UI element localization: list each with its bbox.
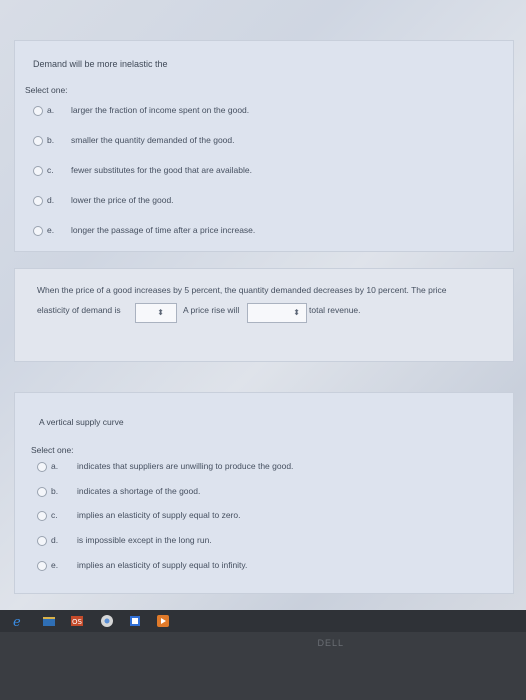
radio-button[interactable] (37, 561, 47, 571)
radio-button[interactable] (33, 226, 43, 236)
option-c[interactable]: c. implies an elasticity of supply equal… (37, 510, 477, 524)
option-letter: c. (51, 510, 58, 520)
office-icon[interactable]: OS (70, 614, 84, 628)
option-letter: d. (51, 535, 59, 545)
revenue-dropdown[interactable]: ⬍ (247, 303, 307, 323)
outlook-icon[interactable] (128, 614, 142, 628)
option-text: indicates a shortage of the good. (77, 486, 201, 496)
total-revenue-label: total revenue. (309, 305, 361, 315)
question-stem: A vertical supply curve (39, 417, 124, 427)
question-stem-line2: elasticity of demand is (37, 305, 121, 315)
option-letter: b. (51, 486, 59, 496)
radio-button[interactable] (33, 196, 43, 206)
option-text: fewer substitutes for the good that are … (71, 165, 252, 175)
select-one-label: Select one: (25, 85, 68, 95)
svg-text:e: e (13, 615, 21, 628)
media-icon[interactable] (156, 614, 170, 628)
option-text: lower the price of the good. (71, 195, 174, 205)
question-card-3: A vertical supply curve Select one: a. i… (14, 392, 514, 594)
option-e[interactable]: e. implies an elasticity of supply equal… (37, 560, 477, 574)
screen: Demand will be more inelastic the Select… (0, 0, 526, 610)
radio-button[interactable] (37, 536, 47, 546)
option-letter: e. (47, 225, 55, 235)
option-a[interactable]: a. indicates that suppliers are unwillin… (37, 461, 477, 475)
option-a[interactable]: a. larger the fraction of income spent o… (33, 105, 453, 119)
option-letter: a. (51, 461, 59, 471)
taskbar: e OS DELL (0, 610, 526, 700)
edge-icon[interactable]: e (12, 614, 26, 630)
radio-button[interactable] (33, 106, 43, 116)
option-letter: a. (47, 105, 55, 115)
option-text: implies an elasticity of supply equal to… (77, 560, 248, 570)
option-d[interactable]: d. is impossible except in the long run. (37, 535, 477, 549)
question-stem: When the price of a good increases by 5 … (37, 285, 447, 295)
question-stem: Demand will be more inelastic the (33, 59, 168, 69)
option-letter: c. (47, 165, 54, 175)
option-b[interactable]: b. indicates a shortage of the good. (37, 486, 477, 500)
option-c[interactable]: c. fewer substitutes for the good that a… (33, 165, 453, 179)
radio-button[interactable] (33, 166, 43, 176)
option-e[interactable]: e. longer the passage of time after a pr… (33, 225, 453, 239)
option-text: longer the passage of time after a price… (71, 225, 256, 235)
taskbar-strip: e OS (0, 610, 526, 632)
option-text: is impossible except in the long run. (77, 535, 212, 545)
radio-button[interactable] (37, 462, 47, 472)
chevron-up-down-icon: ⬍ (157, 308, 164, 317)
chrome-icon[interactable] (100, 614, 114, 628)
file-explorer-icon[interactable] (42, 614, 56, 628)
chevron-up-down-icon: ⬍ (293, 308, 300, 317)
radio-button[interactable] (37, 487, 47, 497)
price-rise-label: A price rise will (183, 305, 240, 315)
option-letter: d. (47, 195, 55, 205)
question-card-2: When the price of a good increases by 5 … (14, 268, 514, 362)
dell-logo: DELL (317, 638, 344, 648)
elasticity-dropdown[interactable]: ⬍ (135, 303, 177, 323)
radio-button[interactable] (33, 136, 43, 146)
option-text: smaller the quantity demanded of the goo… (71, 135, 235, 145)
radio-button[interactable] (37, 511, 47, 521)
option-text: implies an elasticity of supply equal to… (77, 510, 241, 520)
option-text: larger the fraction of income spent on t… (71, 105, 250, 115)
option-b[interactable]: b. smaller the quantity demanded of the … (33, 135, 453, 149)
select-one-label: Select one: (31, 445, 74, 455)
option-letter: b. (47, 135, 55, 145)
option-d[interactable]: d. lower the price of the good. (33, 195, 453, 209)
option-letter: e. (51, 560, 59, 570)
question-card-1: Demand will be more inelastic the Select… (14, 40, 514, 252)
option-text: indicates that suppliers are unwilling t… (77, 461, 294, 471)
svg-text:OS: OS (72, 618, 83, 626)
